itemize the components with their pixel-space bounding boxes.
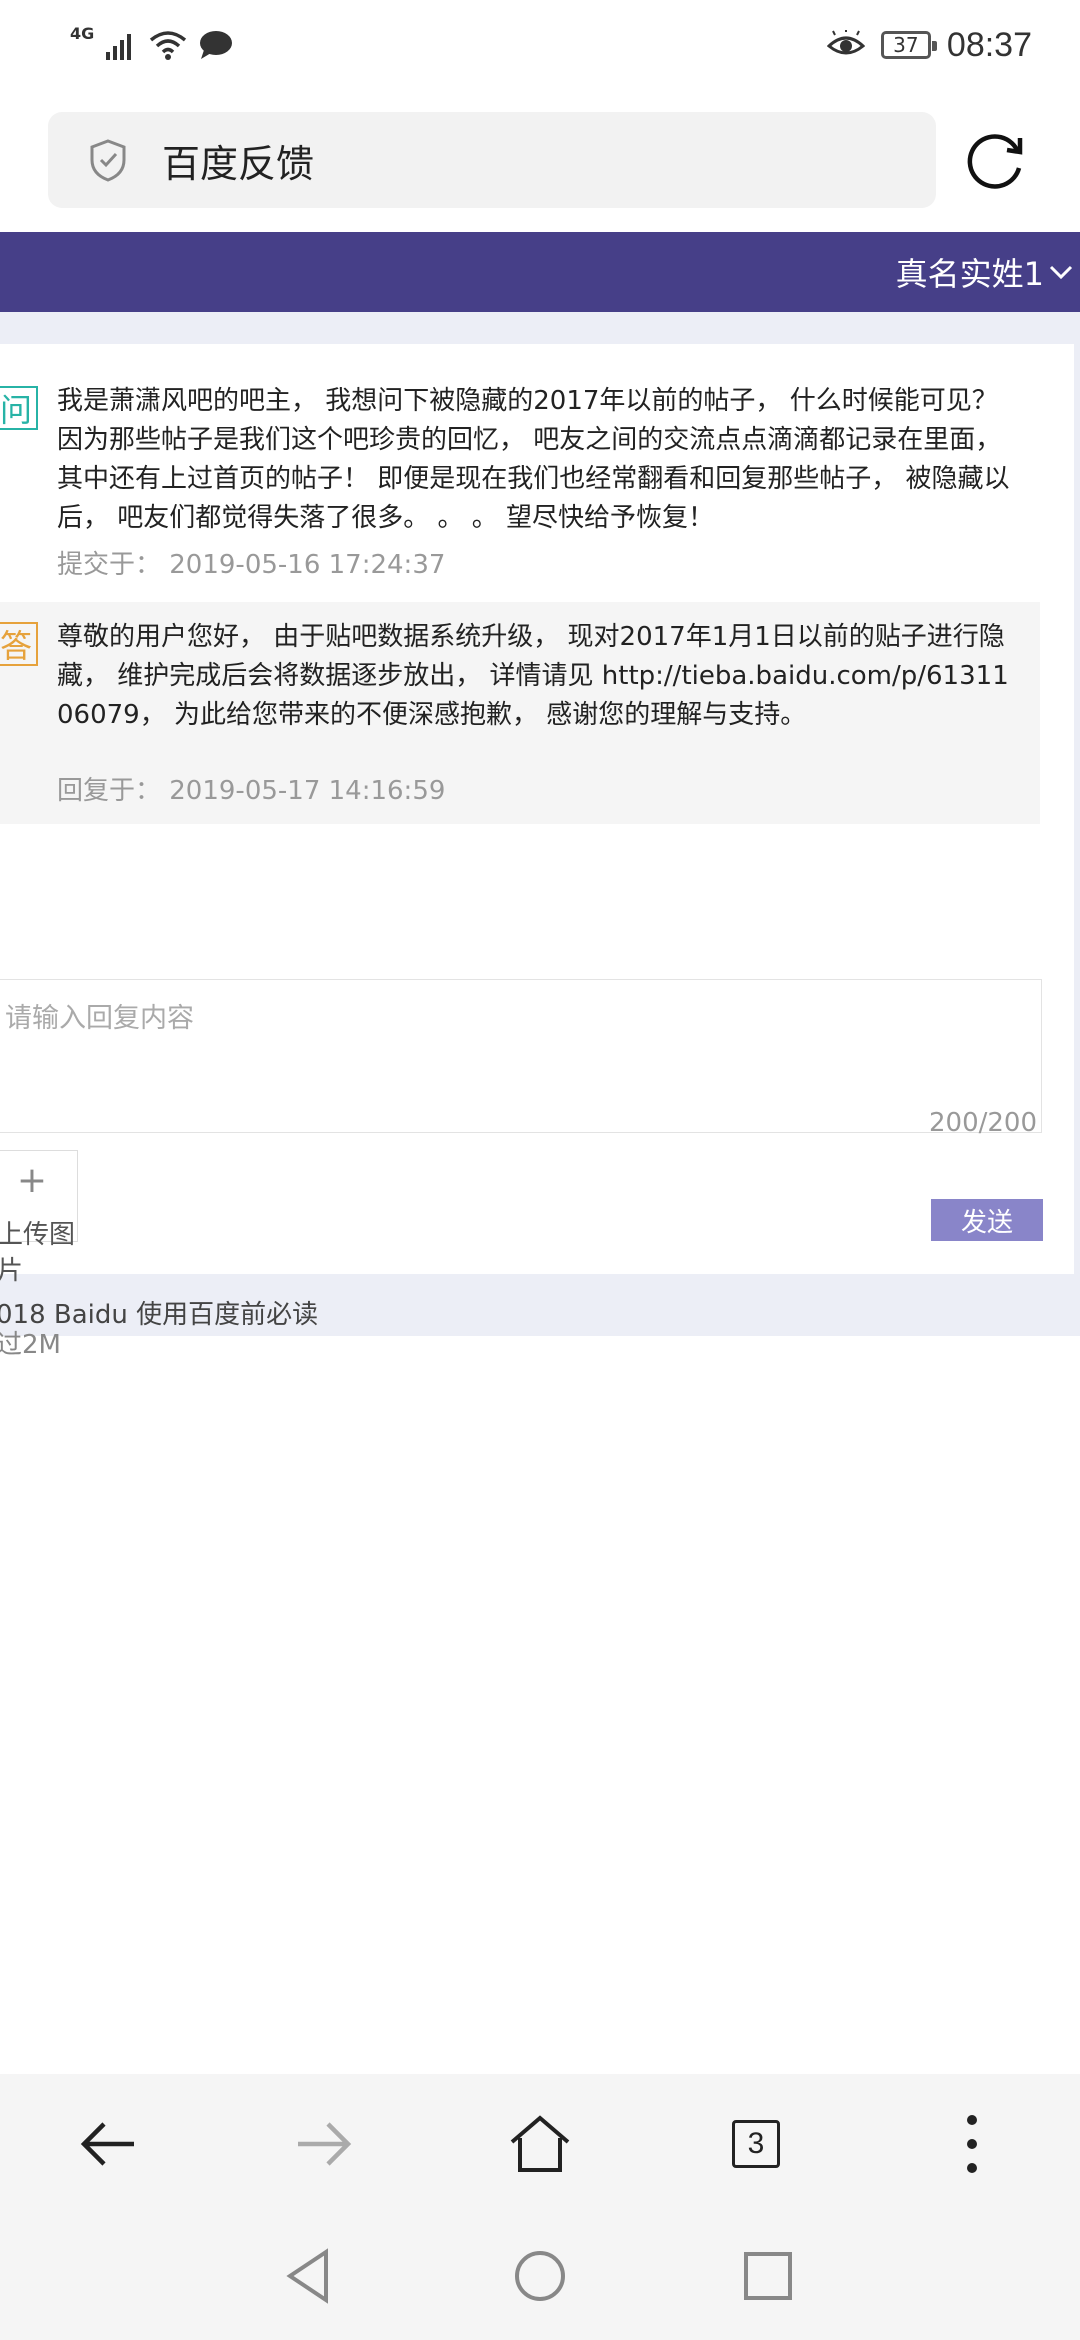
arrow-left-icon xyxy=(80,2122,134,2166)
upload-image-button[interactable]: + 上传图片 xyxy=(0,1150,78,1286)
plus-icon: + xyxy=(16,1160,48,1201)
signal-icon xyxy=(106,34,132,60)
tabs-count: 3 xyxy=(732,2120,780,2168)
system-home-icon[interactable] xyxy=(510,2246,570,2306)
upload-label: 上传图片 xyxy=(0,1220,76,1286)
reply-input[interactable]: 请输入回复内容 200/200 xyxy=(0,979,1042,1138)
arrow-right-icon xyxy=(298,2122,352,2166)
answer-time: 回复于： 2019-05-17 14:16:59 xyxy=(57,776,446,806)
answer-block: 答 尊敬的用户您好， 由于贴吧数据系统升级， 现对2017年1月1日以前的贴子进… xyxy=(0,602,1040,824)
home-icon xyxy=(510,2115,570,2172)
home-button[interactable] xyxy=(500,2104,580,2184)
system-back-icon[interactable] xyxy=(280,2246,340,2306)
browser-navbar: 3 xyxy=(0,2074,1080,2214)
footer-text[interactable]: 018 Baidu 使用百度前必读 xyxy=(0,1294,318,1331)
status-left: 4G xyxy=(70,22,234,68)
shield-icon xyxy=(90,139,126,182)
system-navbar xyxy=(0,2214,1080,2340)
status-right: 37 08:37 xyxy=(826,20,1032,70)
battery-icon: 37 xyxy=(880,31,937,59)
answer-text: 尊敬的用户您好， 由于贴吧数据系统升级， 现对2017年1月1日以前的贴子进行隐… xyxy=(57,622,1009,730)
more-vertical-icon xyxy=(967,2115,977,2173)
battery-level: 37 xyxy=(893,33,919,57)
reply-placeholder: 请输入回复内容 xyxy=(5,1003,194,1034)
eye-icon xyxy=(826,30,865,55)
reload-icon[interactable] xyxy=(962,128,1028,194)
wifi-icon xyxy=(150,31,187,60)
answer-tag: 答 xyxy=(0,622,38,666)
system-recents-icon[interactable] xyxy=(738,2246,798,2306)
send-button[interactable]: 发送 xyxy=(931,1199,1043,1241)
back-button[interactable] xyxy=(68,2104,148,2184)
menu-button[interactable] xyxy=(932,2104,1012,2184)
chevron-down-icon xyxy=(1049,265,1073,280)
address-text: 百度反馈 xyxy=(162,141,315,186)
status-bar: 4G 37 08:37 xyxy=(0,0,1080,90)
question-block: 问 我是萧潇风吧的吧主， 我想问下被隐藏的2017年以前的帖子， 什么时候能可见… xyxy=(0,344,1040,590)
user-name: 真名实姓1 xyxy=(895,255,1044,293)
tabs-button[interactable]: 3 xyxy=(716,2104,796,2184)
forward-button[interactable] xyxy=(284,2104,364,2184)
user-menu[interactable]: 真名实姓1 xyxy=(896,232,1074,312)
network-type: 4G xyxy=(70,24,95,43)
question-tag: 问 xyxy=(0,386,38,430)
question-text: 我是萧潇风吧的吧主， 我想问下被隐藏的2017年以前的帖子， 什么时候能可见？ … xyxy=(57,386,1010,533)
char-counter: 200/200 xyxy=(928,1108,1037,1138)
page-header: 真名实姓1 xyxy=(0,232,1080,312)
clock: 08:37 xyxy=(946,25,1032,64)
address-bar[interactable]: 百度反馈 xyxy=(48,112,936,208)
question-time: 提交于： 2019-05-16 17:24:37 xyxy=(57,550,446,580)
message-icon xyxy=(200,31,233,59)
